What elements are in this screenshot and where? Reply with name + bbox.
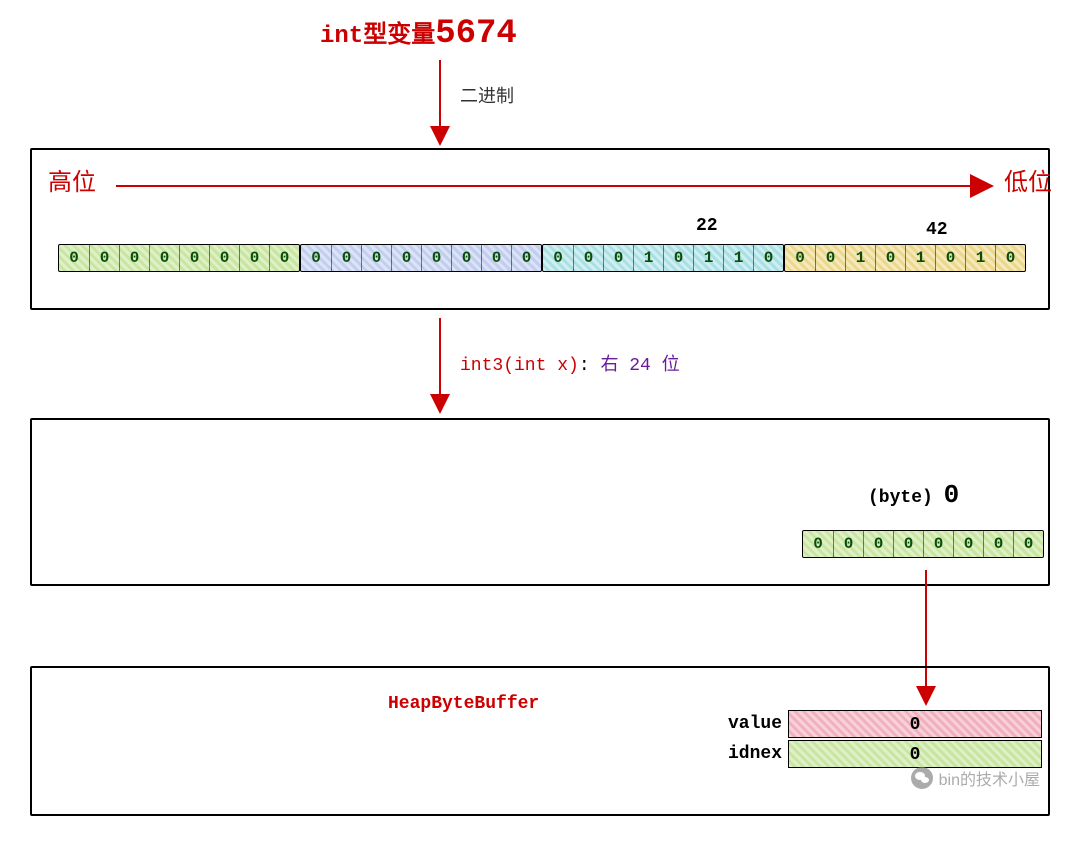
bit: 0 <box>421 245 451 271</box>
op-desc: 右 24 位 <box>600 356 679 376</box>
diagram-title: int型变量5674 <box>320 14 517 53</box>
bit: 0 <box>935 245 965 271</box>
heap-buffer-label: HeapByteBuffer <box>388 694 539 714</box>
byte-value-22: 22 <box>696 216 718 236</box>
cast-text: (byte) <box>868 488 933 508</box>
bit: 0 <box>833 531 863 557</box>
bit: 0 <box>239 245 269 271</box>
bit: 0 <box>543 245 573 271</box>
value-cell: 0 <box>788 710 1042 738</box>
watermark-text: bin的技术小屋 <box>939 766 1040 790</box>
bit: 0 <box>573 245 603 271</box>
byte-3: 00000000 <box>58 244 300 272</box>
arrow-down-icon <box>430 60 450 151</box>
bit: 0 <box>815 245 845 271</box>
result-byte-row: 00000000 <box>802 530 1044 558</box>
table-row: idnex 0 <box>722 740 1042 768</box>
cast-label: (byte) 0 <box>868 480 959 510</box>
bit-row: 00000000 00000000 00010110 00101010 <box>58 244 1026 272</box>
watermark: bin的技术小屋 <box>911 766 1040 790</box>
op-func: int3(int x) <box>460 356 579 376</box>
result-byte: 00000000 <box>802 530 1044 558</box>
bit: 0 <box>983 531 1013 557</box>
op-colon: : <box>579 356 590 376</box>
arrow-down-icon <box>430 318 450 419</box>
bit: 1 <box>693 245 723 271</box>
buffer-table: value 0 idnex 0 <box>722 710 1042 770</box>
cast-value: 0 <box>944 480 960 510</box>
byte-2: 00000000 <box>300 244 542 272</box>
bit: 1 <box>905 245 935 271</box>
index-cell: 0 <box>788 740 1042 768</box>
bit: 0 <box>451 245 481 271</box>
bit: 1 <box>633 245 663 271</box>
bit: 1 <box>723 245 753 271</box>
byte-value-42: 42 <box>926 220 948 240</box>
bit: 0 <box>179 245 209 271</box>
bit: 0 <box>481 245 511 271</box>
bit: 0 <box>603 245 633 271</box>
title-prefix: int型变量 <box>320 23 435 50</box>
bit: 1 <box>845 245 875 271</box>
bit: 0 <box>863 531 893 557</box>
title-value: 5674 <box>435 15 517 53</box>
bit: 0 <box>89 245 119 271</box>
bit: 0 <box>1013 531 1043 557</box>
bit: 0 <box>875 245 905 271</box>
operation-label: int3(int x): 右 24 位 <box>460 350 680 376</box>
index-label: idnex <box>722 744 788 764</box>
bit: 0 <box>391 245 421 271</box>
bit: 0 <box>785 245 815 271</box>
bit: 0 <box>269 245 299 271</box>
byte-1: 00010110 <box>542 244 784 272</box>
bit: 1 <box>965 245 995 271</box>
bit: 0 <box>803 531 833 557</box>
table-row: value 0 <box>722 710 1042 738</box>
arrow-right-icon <box>116 176 996 201</box>
bit: 0 <box>59 245 89 271</box>
bit: 0 <box>893 531 923 557</box>
bit: 0 <box>119 245 149 271</box>
bit: 0 <box>753 245 783 271</box>
bit: 0 <box>511 245 541 271</box>
byte-0: 00101010 <box>784 244 1026 272</box>
low-bit-label: 低位 <box>1004 162 1052 198</box>
bit: 0 <box>923 531 953 557</box>
bit: 0 <box>209 245 239 271</box>
bit: 0 <box>361 245 391 271</box>
wechat-icon <box>911 767 933 789</box>
bit: 0 <box>301 245 331 271</box>
value-label: value <box>722 714 788 734</box>
bit: 0 <box>331 245 361 271</box>
bit: 0 <box>995 245 1025 271</box>
bit: 0 <box>149 245 179 271</box>
binary-representation-box <box>30 148 1050 310</box>
binary-label: 二进制 <box>460 82 514 108</box>
bit: 0 <box>663 245 693 271</box>
bit: 0 <box>953 531 983 557</box>
high-bit-label: 高位 <box>48 162 96 198</box>
